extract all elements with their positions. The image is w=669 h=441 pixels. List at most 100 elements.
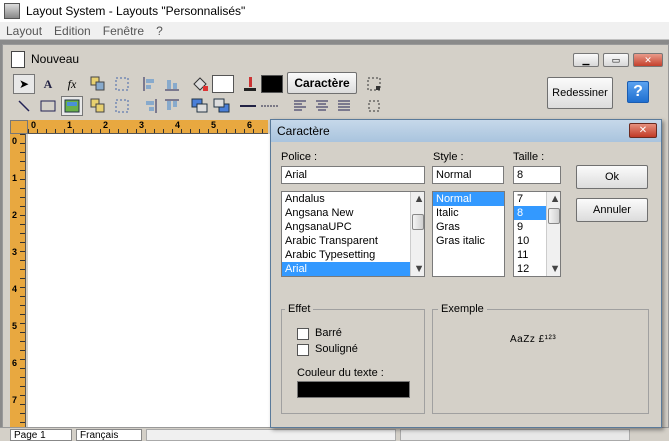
size-list-item[interactable]: 7 — [514, 192, 546, 206]
bring-forward-icon[interactable] — [87, 96, 109, 116]
exemple-preview-text: AaZz £¹²³ — [510, 334, 557, 345]
ruler-v-3: 3 — [12, 247, 18, 257]
size-scroll-up-icon[interactable]: ▲ — [547, 192, 560, 206]
style-list-item-selected[interactable]: Normal — [433, 192, 504, 206]
font-list-scrollbar[interactable]: ▲ ▼ — [410, 192, 424, 276]
souligne-checkbox[interactable] — [297, 344, 309, 356]
size-list-item-selected[interactable]: 8 — [514, 206, 546, 220]
menu-edition[interactable]: Edition — [54, 24, 91, 38]
size-list-scrollbar[interactable]: ▲ ▼ — [546, 192, 560, 276]
size-list-item[interactable]: 11 — [514, 248, 546, 262]
ok-button[interactable]: Ok — [576, 165, 648, 189]
souligne-label: Souligné — [315, 343, 358, 355]
document-title: Nouveau — [31, 52, 80, 66]
ruler-v-6: 6 — [12, 358, 18, 368]
help-icon[interactable]: ? — [627, 81, 649, 103]
style-list-item[interactable]: Italic — [433, 206, 504, 220]
exemple-group — [432, 309, 649, 414]
fill-color-swatch[interactable] — [212, 75, 234, 93]
annuler-button[interactable]: Annuler — [576, 198, 648, 222]
ruler-v-4: 4 — [12, 284, 18, 294]
ruler-v-ticks — [20, 134, 25, 427]
menu-fenetre[interactable]: Fenêtre — [103, 24, 144, 38]
effet-label: Effet — [285, 303, 314, 315]
text-color-swatch[interactable] — [297, 381, 410, 398]
size-scroll-down-icon[interactable]: ▼ — [547, 262, 560, 276]
size-list-item[interactable]: 10 — [514, 234, 546, 248]
rectangle-tool-icon[interactable] — [37, 96, 59, 116]
font-list-item[interactable]: Arabic Typesetting — [282, 248, 410, 262]
page-select[interactable]: Page 1 — [10, 429, 72, 441]
exemple-label: Exemple — [438, 303, 487, 315]
line-style-icon[interactable] — [237, 96, 259, 116]
caractere-dialog: Caractère ✕ Police : Style : Taille : Ar… — [270, 119, 662, 428]
align-left-icon[interactable] — [139, 74, 161, 94]
line-tool-icon[interactable] — [13, 96, 35, 116]
bring-to-front-icon[interactable] — [189, 96, 211, 116]
text-justify-icon[interactable] — [333, 96, 355, 116]
effet-group — [281, 309, 425, 414]
align-bottom-icon[interactable] — [161, 74, 183, 94]
pen-color-icon[interactable] — [239, 74, 261, 94]
font-list-item[interactable]: Angsana New — [282, 206, 410, 220]
pen-color-swatch[interactable] — [261, 75, 283, 93]
app-icon — [4, 3, 20, 19]
arrow-tool-icon[interactable]: ➤ — [13, 74, 35, 94]
maximize-button[interactable]: ▭ — [603, 53, 629, 67]
menu-help[interactable]: ? — [156, 24, 163, 38]
layout-canvas[interactable] — [28, 134, 270, 427]
text-align-left-icon[interactable] — [289, 96, 311, 116]
dialog-close-icon[interactable]: ✕ — [629, 123, 657, 138]
style-list[interactable]: Normal Italic Gras Gras italic — [432, 191, 505, 277]
page-select-value: Page 1 — [14, 430, 46, 441]
police-input[interactable]: Arial — [281, 166, 425, 184]
send-to-back-icon[interactable] — [211, 96, 233, 116]
style-list-item[interactable]: Gras — [433, 220, 504, 234]
horizontal-scrollbar[interactable] — [146, 429, 396, 441]
taille-input[interactable]: 8 — [513, 166, 561, 184]
taille-label: Taille : — [513, 151, 545, 163]
size-list-item[interactable]: 12 — [514, 262, 546, 276]
size-list-scroll-thumb[interactable] — [548, 208, 560, 224]
close-window-button[interactable]: ✕ — [633, 53, 663, 67]
vertical-ruler: 0 1 2 3 4 5 6 7 — [10, 134, 26, 427]
language-select[interactable]: Français — [76, 429, 142, 441]
font-list[interactable]: Andalus Angsana New AngsanaUPC Arabic Tr… — [281, 191, 425, 277]
image-tool-icon[interactable] — [61, 96, 83, 116]
fill-color-icon[interactable] — [189, 74, 211, 94]
minimize-button[interactable]: ▁ — [573, 53, 599, 67]
horizontal-scrollbar-thumb[interactable] — [400, 429, 630, 441]
ruler-v-5: 5 — [12, 321, 18, 331]
scroll-up-icon[interactable]: ▲ — [411, 192, 424, 206]
ungroup-icon[interactable] — [111, 74, 133, 94]
barre-checkbox[interactable] — [297, 328, 309, 340]
resize-icon[interactable] — [363, 74, 385, 94]
size-list-item[interactable]: 9 — [514, 220, 546, 234]
font-list-scroll-thumb[interactable] — [412, 214, 424, 230]
group-icon[interactable] — [87, 74, 109, 94]
style-list-item[interactable]: Gras italic — [433, 234, 504, 248]
style-label: Style : — [433, 151, 464, 163]
align-right-icon[interactable] — [139, 96, 161, 116]
font-list-item[interactable]: Andalus — [282, 192, 410, 206]
style-input[interactable]: Normal — [432, 166, 504, 184]
font-list-item[interactable]: Arabic Transparent — [282, 234, 410, 248]
size-list-items: 7 8 9 10 11 12 — [514, 192, 546, 275]
caractere-button[interactable]: Caractère — [287, 72, 357, 94]
menu-bar: Layout Edition Fenêtre ? — [0, 22, 669, 40]
select-area-icon[interactable] — [111, 96, 133, 116]
menu-layout[interactable]: Layout — [6, 24, 42, 38]
line-dashed-icon[interactable] — [259, 96, 281, 116]
language-select-value: Français — [80, 430, 119, 441]
size-list[interactable]: 7 8 9 10 11 12 ▲ ▼ — [513, 191, 561, 277]
function-tool-icon[interactable]: fx — [61, 74, 83, 94]
text-tool-icon[interactable]: A — [37, 74, 59, 94]
align-top-icon[interactable] — [161, 96, 183, 116]
app-title: Layout System - Layouts "Personnalisés" — [26, 4, 246, 18]
crop-icon[interactable] — [363, 96, 385, 116]
font-list-item-selected[interactable]: Arial — [282, 262, 410, 276]
redessiner-button[interactable]: Redessiner — [547, 77, 613, 109]
font-list-item[interactable]: AngsanaUPC — [282, 220, 410, 234]
scroll-down-icon[interactable]: ▼ — [411, 262, 424, 276]
text-align-center-icon[interactable] — [311, 96, 333, 116]
